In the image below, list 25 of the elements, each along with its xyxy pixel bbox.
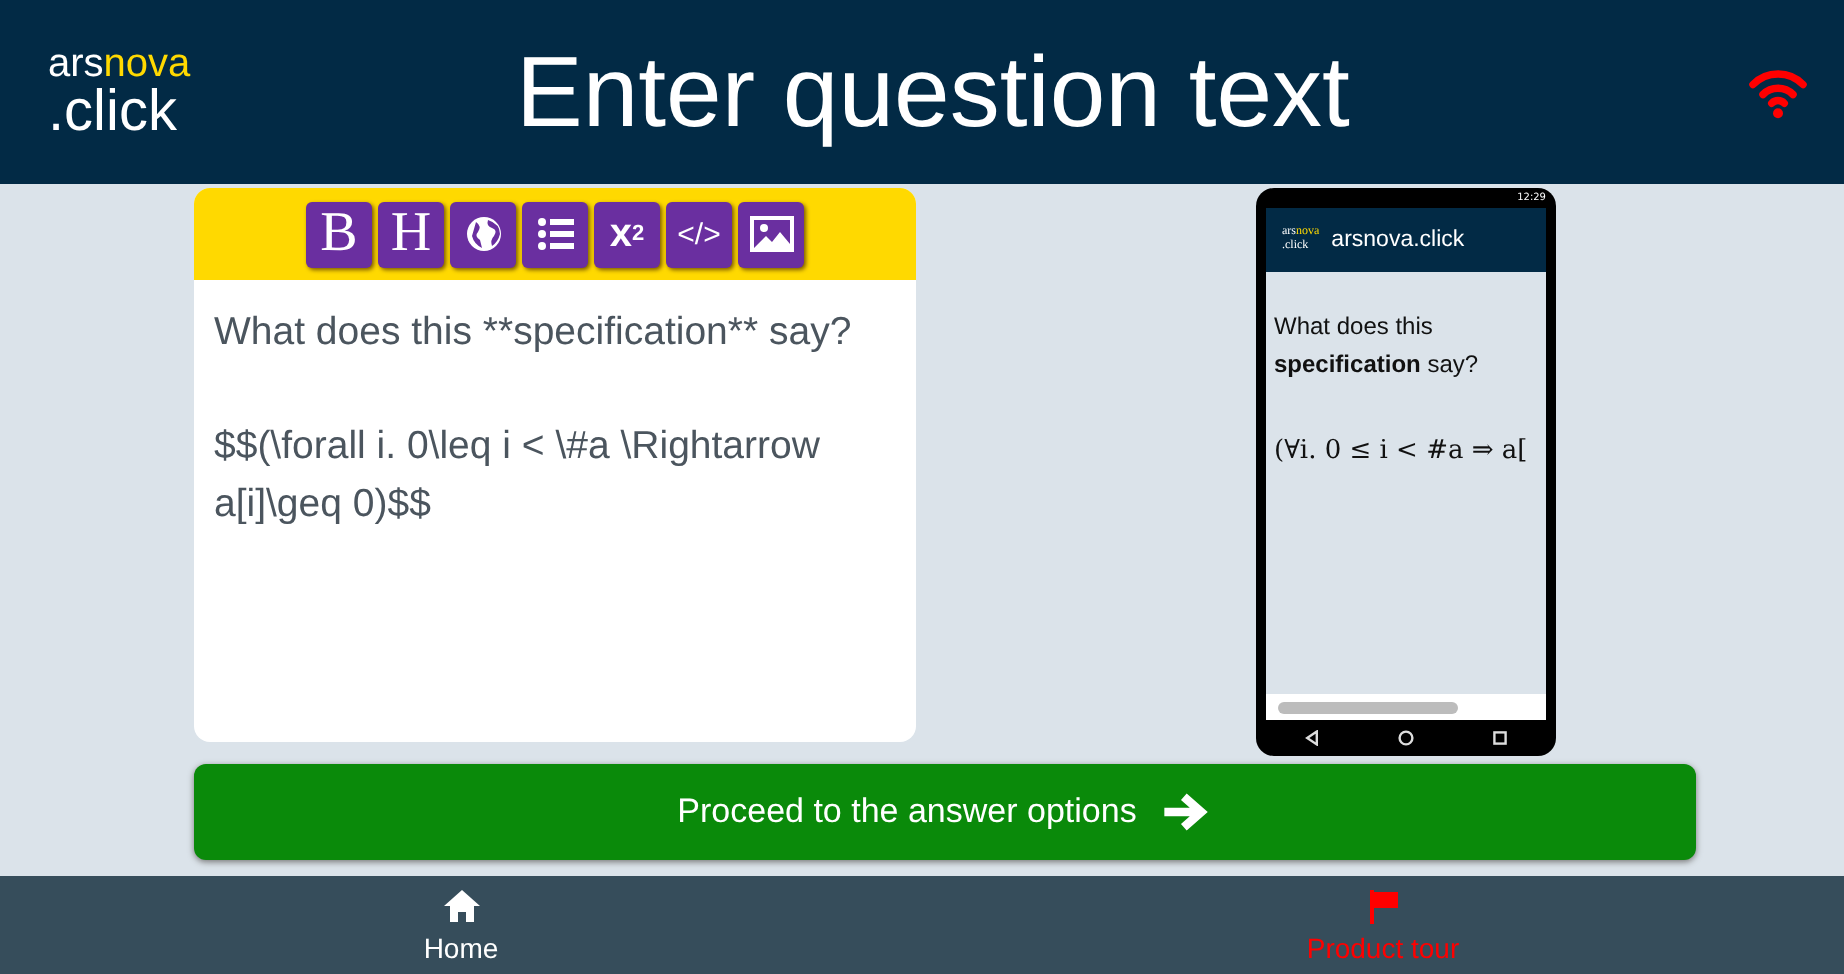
arrow-right-icon	[1160, 790, 1213, 834]
image-button[interactable]	[738, 201, 804, 267]
globe-button[interactable]	[450, 201, 516, 267]
question-preview: What does this specification say?	[1274, 310, 1481, 382]
home-circle-icon	[1397, 730, 1414, 746]
list-button[interactable]	[522, 201, 588, 267]
format-button[interactable]: H	[378, 201, 444, 267]
home-icon	[441, 887, 481, 923]
format-button[interactable]: B	[306, 201, 372, 267]
list-icon	[535, 216, 575, 252]
formula-preview: (∀i. 0 ≤ i < #a ⇒ a[	[1274, 436, 1530, 466]
page-title: Enter question text	[514, 34, 1352, 150]
image-icon	[749, 216, 793, 252]
question-input[interactable]: What does this **specification** say? $$(\forall i. 0\leq i < \#a \Rightarrow a[i]\geq 0)$$	[194, 280, 916, 614]
recents-icon	[1491, 730, 1508, 746]
code-button[interactable]: </>	[666, 201, 732, 267]
superscript-button[interactable]: x$^{2}$	[594, 201, 660, 267]
proceed-button[interactable]: Proceed to the answer options	[194, 764, 1696, 860]
logo-text: arsnova	[48, 43, 193, 83]
globe-icon	[463, 214, 503, 254]
nav-item[interactable]: Home	[0, 876, 922, 974]
back-icon	[1304, 730, 1321, 746]
logo-text: .click	[48, 83, 179, 141]
app-title: arsnova.click	[1331, 228, 1465, 252]
wifi-icon	[1748, 64, 1808, 120]
